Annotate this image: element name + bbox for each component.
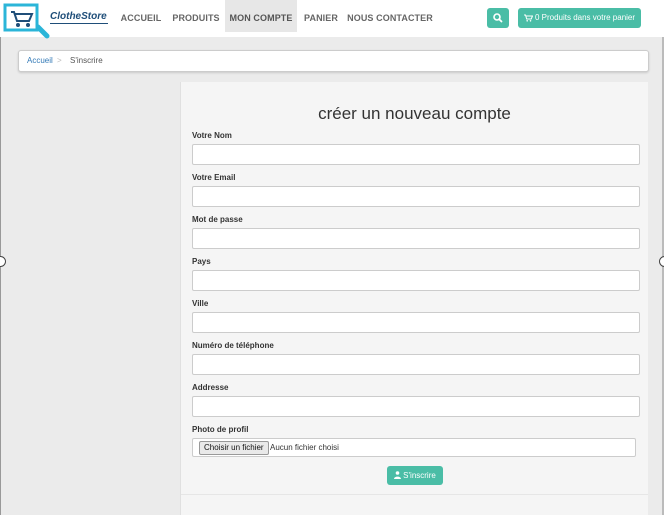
label-ville: Ville xyxy=(192,299,209,308)
nav-accueil[interactable]: ACCUEIL xyxy=(118,0,164,32)
user-icon xyxy=(394,471,402,479)
cart-label: 0 Produits dans votre panier xyxy=(534,13,636,22)
brand-logo[interactable]: ClotheStore xyxy=(2,3,112,39)
cart-icon xyxy=(523,14,534,22)
label-email: Votre Email xyxy=(192,173,236,182)
breadcrumb: Accueil > S'inscrire xyxy=(18,50,649,72)
email-input[interactable] xyxy=(192,186,640,207)
search-icon xyxy=(493,13,503,23)
password-input[interactable] xyxy=(192,228,640,249)
addresse-input[interactable] xyxy=(192,396,640,417)
nom-input[interactable] xyxy=(192,144,640,165)
cart-button[interactable]: 0 Produits dans votre panier xyxy=(518,8,641,28)
label-pays: Pays xyxy=(192,257,211,266)
label-photo: Photo de profil xyxy=(192,425,249,434)
nav-nous-contacter[interactable]: NOUS CONTACTER xyxy=(347,0,433,32)
brand-underline xyxy=(50,23,108,24)
breadcrumb-current: S'inscrire xyxy=(70,56,103,65)
top-navbar: ClotheStore ACCUEIL PRODUITS MON COMPTE … xyxy=(0,0,664,39)
file-status: Aucun fichier choisi xyxy=(270,443,339,452)
brand-name: ClotheStore xyxy=(50,11,107,22)
label-mot-de-passe: Mot de passe xyxy=(192,215,243,224)
telephone-input[interactable] xyxy=(192,354,640,375)
label-telephone: Numéro de téléphone xyxy=(192,341,274,350)
signup-label: S'inscrire xyxy=(403,471,436,480)
search-button[interactable] xyxy=(487,8,509,28)
label-nom: Votre Nom xyxy=(192,131,232,140)
breadcrumb-home[interactable]: Accueil xyxy=(27,51,53,71)
choose-file-button[interactable]: Choisir un fichier xyxy=(199,441,269,455)
pays-input[interactable] xyxy=(192,270,640,291)
photo-file-input[interactable]: Choisir un fichier Aucun fichier choisi xyxy=(192,438,636,457)
nav-mon-compte[interactable]: MON COMPTE xyxy=(225,0,297,32)
breadcrumb-separator: > xyxy=(57,56,62,65)
right-resize-handle[interactable] xyxy=(659,256,664,267)
label-addresse: Addresse xyxy=(192,383,229,392)
ville-input[interactable] xyxy=(192,312,640,333)
nav-produits[interactable]: PRODUITS xyxy=(170,0,222,32)
panel-divider xyxy=(181,494,648,495)
nav-panier[interactable]: PANIER xyxy=(301,0,341,32)
register-form-panel: créer un nouveau compte Votre Nom Votre … xyxy=(180,82,648,515)
left-edge-rule xyxy=(0,37,1,515)
left-resize-handle[interactable] xyxy=(0,256,6,267)
form-title: créer un nouveau compte xyxy=(318,104,511,123)
signup-button[interactable]: S'inscrire xyxy=(387,466,443,485)
